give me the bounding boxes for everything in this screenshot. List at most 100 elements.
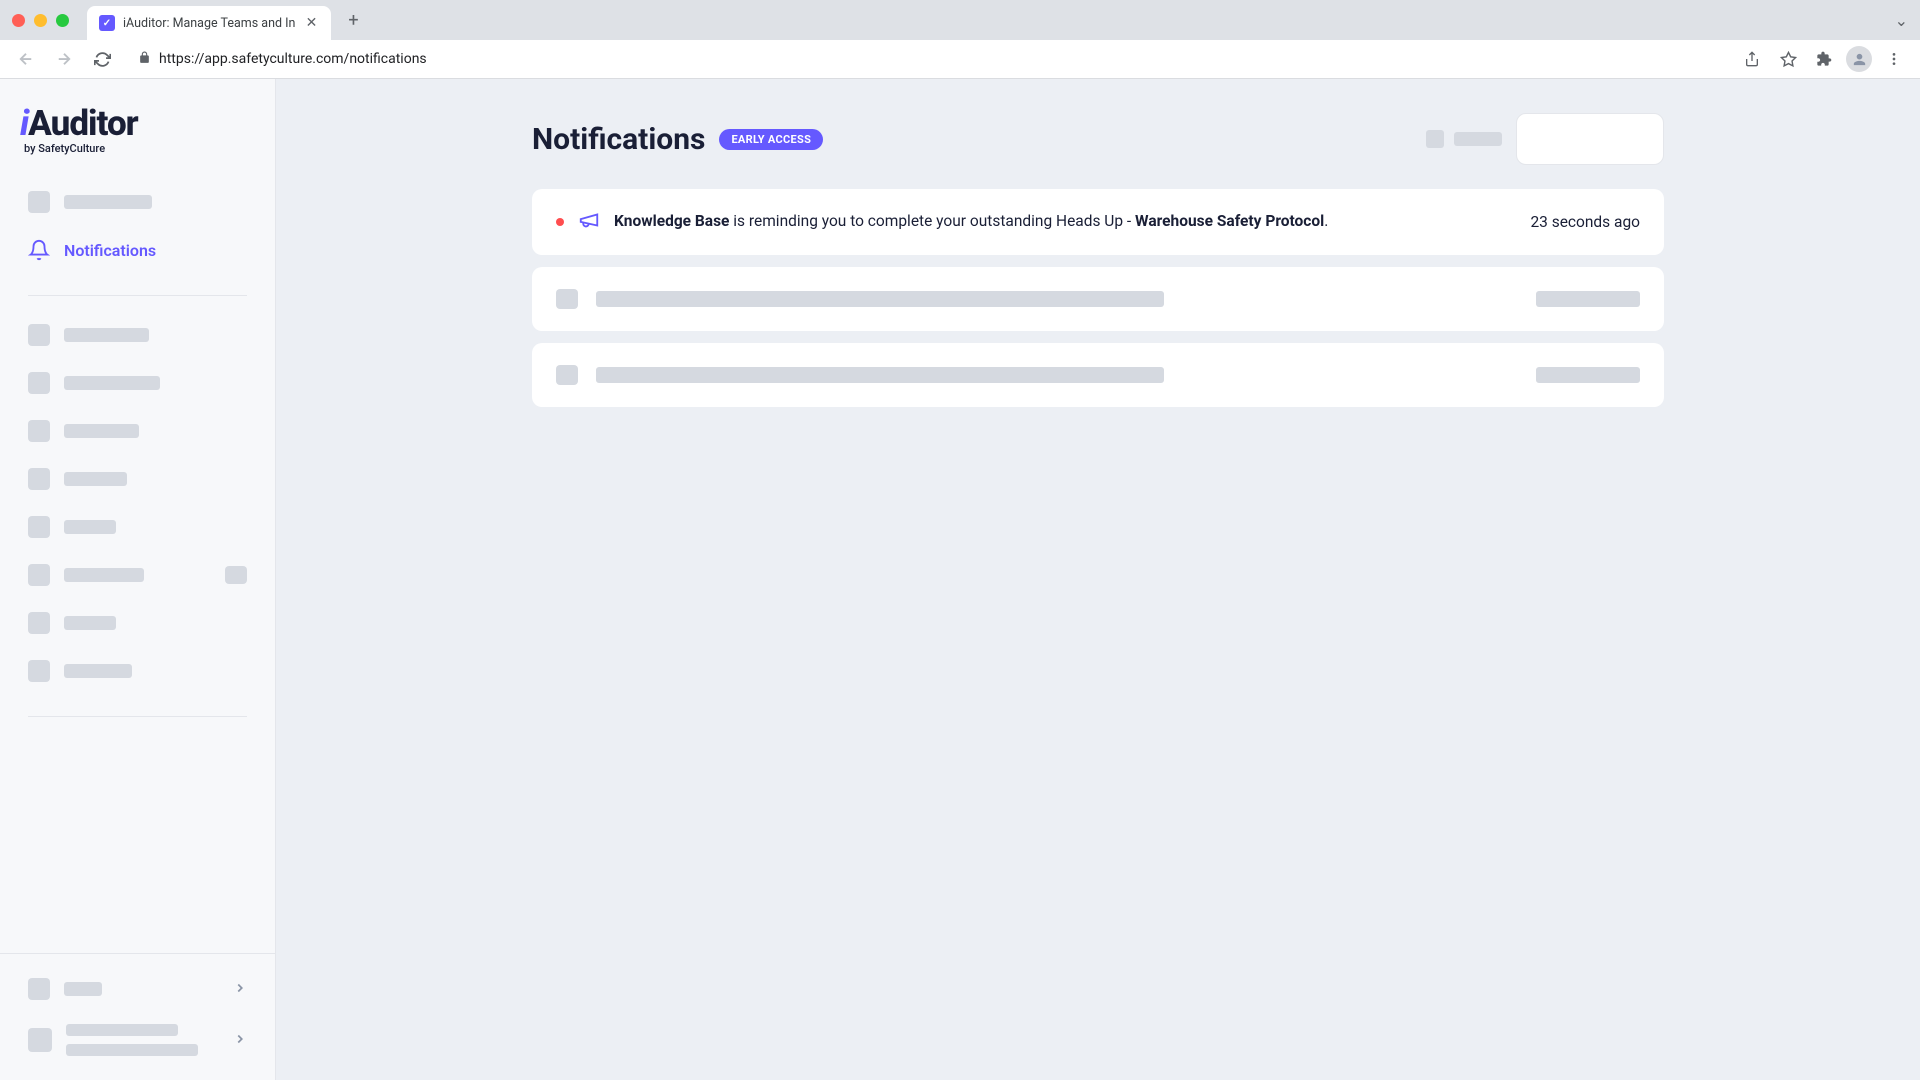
- tab-title: iAuditor: Manage Teams and In: [123, 16, 295, 31]
- window-controls: [12, 14, 69, 27]
- browser-tab[interactable]: ✓ iAuditor: Manage Teams and In ✕: [87, 6, 331, 40]
- main-content: Notifications EARLY ACCESS Kno: [276, 79, 1920, 1080]
- header-action-skeleton[interactable]: [1426, 130, 1502, 148]
- sidebar-divider: [28, 295, 247, 296]
- notification-card[interactable]: Knowledge Base is reminding you to compl…: [532, 189, 1664, 255]
- sidebar-divider: [28, 716, 247, 717]
- sidebar-item-skeleton[interactable]: [12, 650, 263, 692]
- sidebar-footer: [0, 953, 275, 1080]
- lock-icon: [138, 51, 151, 68]
- browser-chrome: ✓ iAuditor: Manage Teams and In ✕ + ⌄ ht…: [0, 0, 1920, 79]
- skeleton-badge: [225, 566, 247, 584]
- notification-skeleton: [532, 267, 1664, 331]
- skeleton-text: [1454, 132, 1502, 146]
- sidebar-item-skeleton[interactable]: [12, 410, 263, 452]
- minimize-window-button[interactable]: [34, 14, 47, 27]
- page-title: Notifications: [532, 122, 705, 157]
- browser-back-button[interactable]: [12, 45, 40, 73]
- skeleton-text: [64, 472, 127, 486]
- skeleton-text: [64, 424, 139, 438]
- notification-middle: is reminding you to complete your outsta…: [729, 212, 1135, 230]
- skeleton-text: [64, 664, 132, 678]
- sidebar-footer-item[interactable]: [12, 966, 263, 1012]
- sidebar-footer-item[interactable]: [12, 1012, 263, 1068]
- sidebar-item-skeleton[interactable]: [12, 554, 263, 596]
- sidebar-item-label: Notifications: [64, 241, 156, 260]
- skeleton-text: [66, 1044, 198, 1056]
- logo-text: iAuditor: [20, 103, 255, 144]
- skeleton-icon: [28, 468, 50, 490]
- bell-icon: [28, 239, 50, 261]
- url-bar[interactable]: https://app.safetyculture.com/notificati…: [126, 44, 1728, 74]
- browser-forward-button[interactable]: [50, 45, 78, 73]
- skeleton-icon: [28, 1028, 52, 1052]
- unread-dot-icon: [556, 218, 564, 226]
- skeleton-icon: [28, 660, 50, 682]
- browser-reload-button[interactable]: [88, 45, 116, 73]
- sidebar-item-skeleton[interactable]: [12, 506, 263, 548]
- notification-skeleton: [532, 343, 1664, 407]
- tab-bar: ✓ iAuditor: Manage Teams and In ✕ + ⌄: [0, 0, 1920, 40]
- header-actions: [1426, 113, 1664, 165]
- skeleton-text-group: [66, 1024, 198, 1056]
- sidebar-item-skeleton[interactable]: [12, 362, 263, 404]
- skeleton-text: [596, 291, 1164, 307]
- header-button-skeleton[interactable]: [1516, 113, 1664, 165]
- skeleton-text: [596, 367, 1164, 383]
- tab-favicon-icon: ✓: [99, 15, 115, 31]
- sidebar-item-skeleton[interactable]: [12, 602, 263, 644]
- skeleton-icon: [28, 324, 50, 346]
- app-container: iAuditor by SafetyCulture Notifications: [0, 79, 1920, 1080]
- skeleton-icon: [556, 365, 578, 385]
- address-bar: https://app.safetyculture.com/notificati…: [0, 40, 1920, 79]
- extensions-icon[interactable]: [1810, 45, 1838, 73]
- skeleton-icon: [28, 564, 50, 586]
- sidebar-item-notifications[interactable]: Notifications: [12, 229, 263, 271]
- content-container: Notifications EARLY ACCESS Kno: [512, 113, 1684, 407]
- sidebar: iAuditor by SafetyCulture Notifications: [0, 79, 276, 1080]
- skeleton-icon: [28, 612, 50, 634]
- nav-section-top: Notifications: [0, 173, 275, 285]
- skeleton-icon: [28, 191, 50, 213]
- maximize-window-button[interactable]: [56, 14, 69, 27]
- notification-suffix: .: [1324, 212, 1328, 230]
- skeleton-text: [64, 195, 152, 209]
- page-header: Notifications EARLY ACCESS: [532, 113, 1664, 165]
- skeleton-text: [64, 520, 116, 534]
- skeleton-text: [64, 376, 160, 390]
- chevron-right-icon: [233, 980, 247, 999]
- nav-section-middle: [0, 306, 275, 706]
- logo[interactable]: iAuditor by SafetyCulture: [0, 79, 275, 173]
- notification-time: 23 seconds ago: [1530, 213, 1640, 231]
- megaphone-icon: [578, 209, 600, 235]
- bookmark-star-icon[interactable]: [1774, 45, 1802, 73]
- skeleton-icon: [28, 978, 50, 1000]
- skeleton-icon: [1426, 130, 1444, 148]
- sidebar-item-skeleton[interactable]: [12, 458, 263, 500]
- skeleton-icon: [556, 289, 578, 309]
- skeleton-icon: [28, 516, 50, 538]
- skeleton-text: [66, 1024, 178, 1036]
- sidebar-item-skeleton[interactable]: [12, 181, 263, 223]
- skeleton-text: [1536, 291, 1640, 307]
- tab-close-button[interactable]: ✕: [303, 15, 319, 31]
- sidebar-item-skeleton[interactable]: [12, 314, 263, 356]
- close-window-button[interactable]: [12, 14, 25, 27]
- browser-menu-icon[interactable]: [1880, 45, 1908, 73]
- notification-subject: Warehouse Safety Protocol: [1135, 212, 1324, 230]
- share-icon[interactable]: [1738, 45, 1766, 73]
- logo-subtitle: by SafetyCulture: [24, 142, 255, 155]
- skeleton-icon: [28, 372, 50, 394]
- profile-icon[interactable]: [1846, 46, 1872, 72]
- new-tab-button[interactable]: +: [339, 6, 367, 34]
- browser-right-icons: [1738, 45, 1908, 73]
- tabs-dropdown-button[interactable]: ⌄: [1895, 11, 1908, 30]
- url-text: https://app.safetyculture.com/notificati…: [159, 51, 427, 67]
- skeleton-text: [64, 328, 149, 342]
- skeleton-text: [64, 982, 102, 996]
- skeleton-text: [1536, 367, 1640, 383]
- notification-source: Knowledge Base: [614, 212, 729, 230]
- skeleton-icon: [28, 420, 50, 442]
- chevron-right-icon: [233, 1031, 247, 1050]
- notification-text: Knowledge Base is reminding you to compl…: [614, 210, 1516, 233]
